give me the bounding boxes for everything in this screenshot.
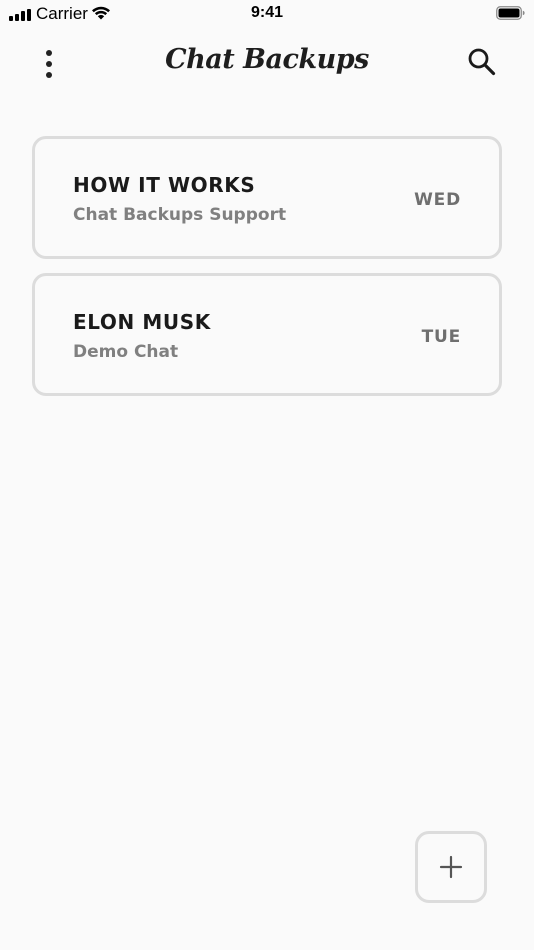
chat-card[interactable]: ELON MUSK Demo Chat TUE	[32, 273, 502, 396]
search-icon[interactable]	[466, 46, 498, 78]
status-time: 9:41	[250, 4, 284, 21]
chat-title: ELON MUSK	[73, 310, 211, 334]
chat-subtitle: Chat Backups Support	[73, 205, 287, 225]
chat-title: HOW IT WORKS	[73, 173, 256, 197]
chat-day: WED	[414, 190, 461, 210]
add-chat-button[interactable]	[415, 831, 487, 903]
battery-icon	[496, 6, 525, 20]
plus-icon	[439, 855, 463, 879]
chat-subtitle: Demo Chat	[73, 342, 179, 362]
status-bar: Carrier 9:41	[0, 0, 534, 28]
chat-card[interactable]: HOW IT WORKS Chat Backups Support WED	[32, 136, 502, 259]
chat-day: TUE	[421, 327, 461, 347]
app-header: Chat Backups	[0, 36, 534, 92]
page-title: Chat Backups	[165, 44, 369, 75]
chat-list: HOW IT WORKS Chat Backups Support WED EL…	[32, 136, 502, 410]
